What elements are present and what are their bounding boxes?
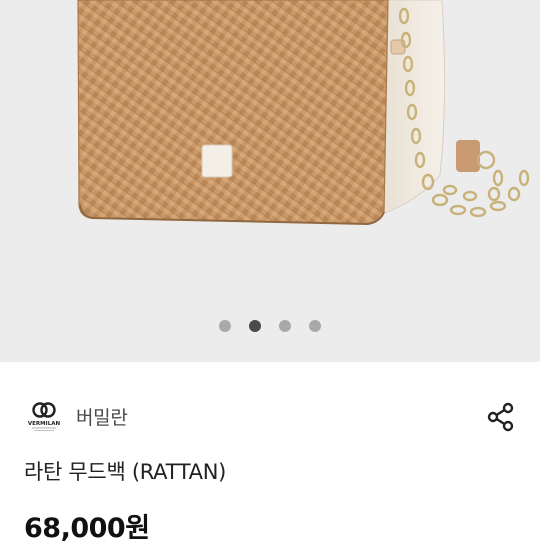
product-photo	[77, 0, 530, 226]
seller-row[interactable]: VERMILAN 버밀란	[24, 392, 516, 440]
pagination-dot[interactable]	[279, 320, 291, 332]
share-icon[interactable]	[486, 402, 516, 432]
product-image-gallery[interactable]	[0, 0, 540, 362]
pagination-dot[interactable]	[309, 320, 321, 332]
gallery-pagination	[0, 320, 540, 332]
product-price: 68,000원	[24, 513, 150, 544]
product-title: 라탄 무드백 (RATTAN)	[24, 460, 227, 484]
pagination-dot[interactable]	[219, 320, 231, 332]
pagination-dot-active[interactable]	[249, 320, 261, 332]
seller-name[interactable]: 버밀란	[76, 403, 128, 430]
vermilan-logo-icon: VERMILAN	[28, 402, 61, 431]
logo-wordmark: VERMILAN	[28, 421, 61, 427]
